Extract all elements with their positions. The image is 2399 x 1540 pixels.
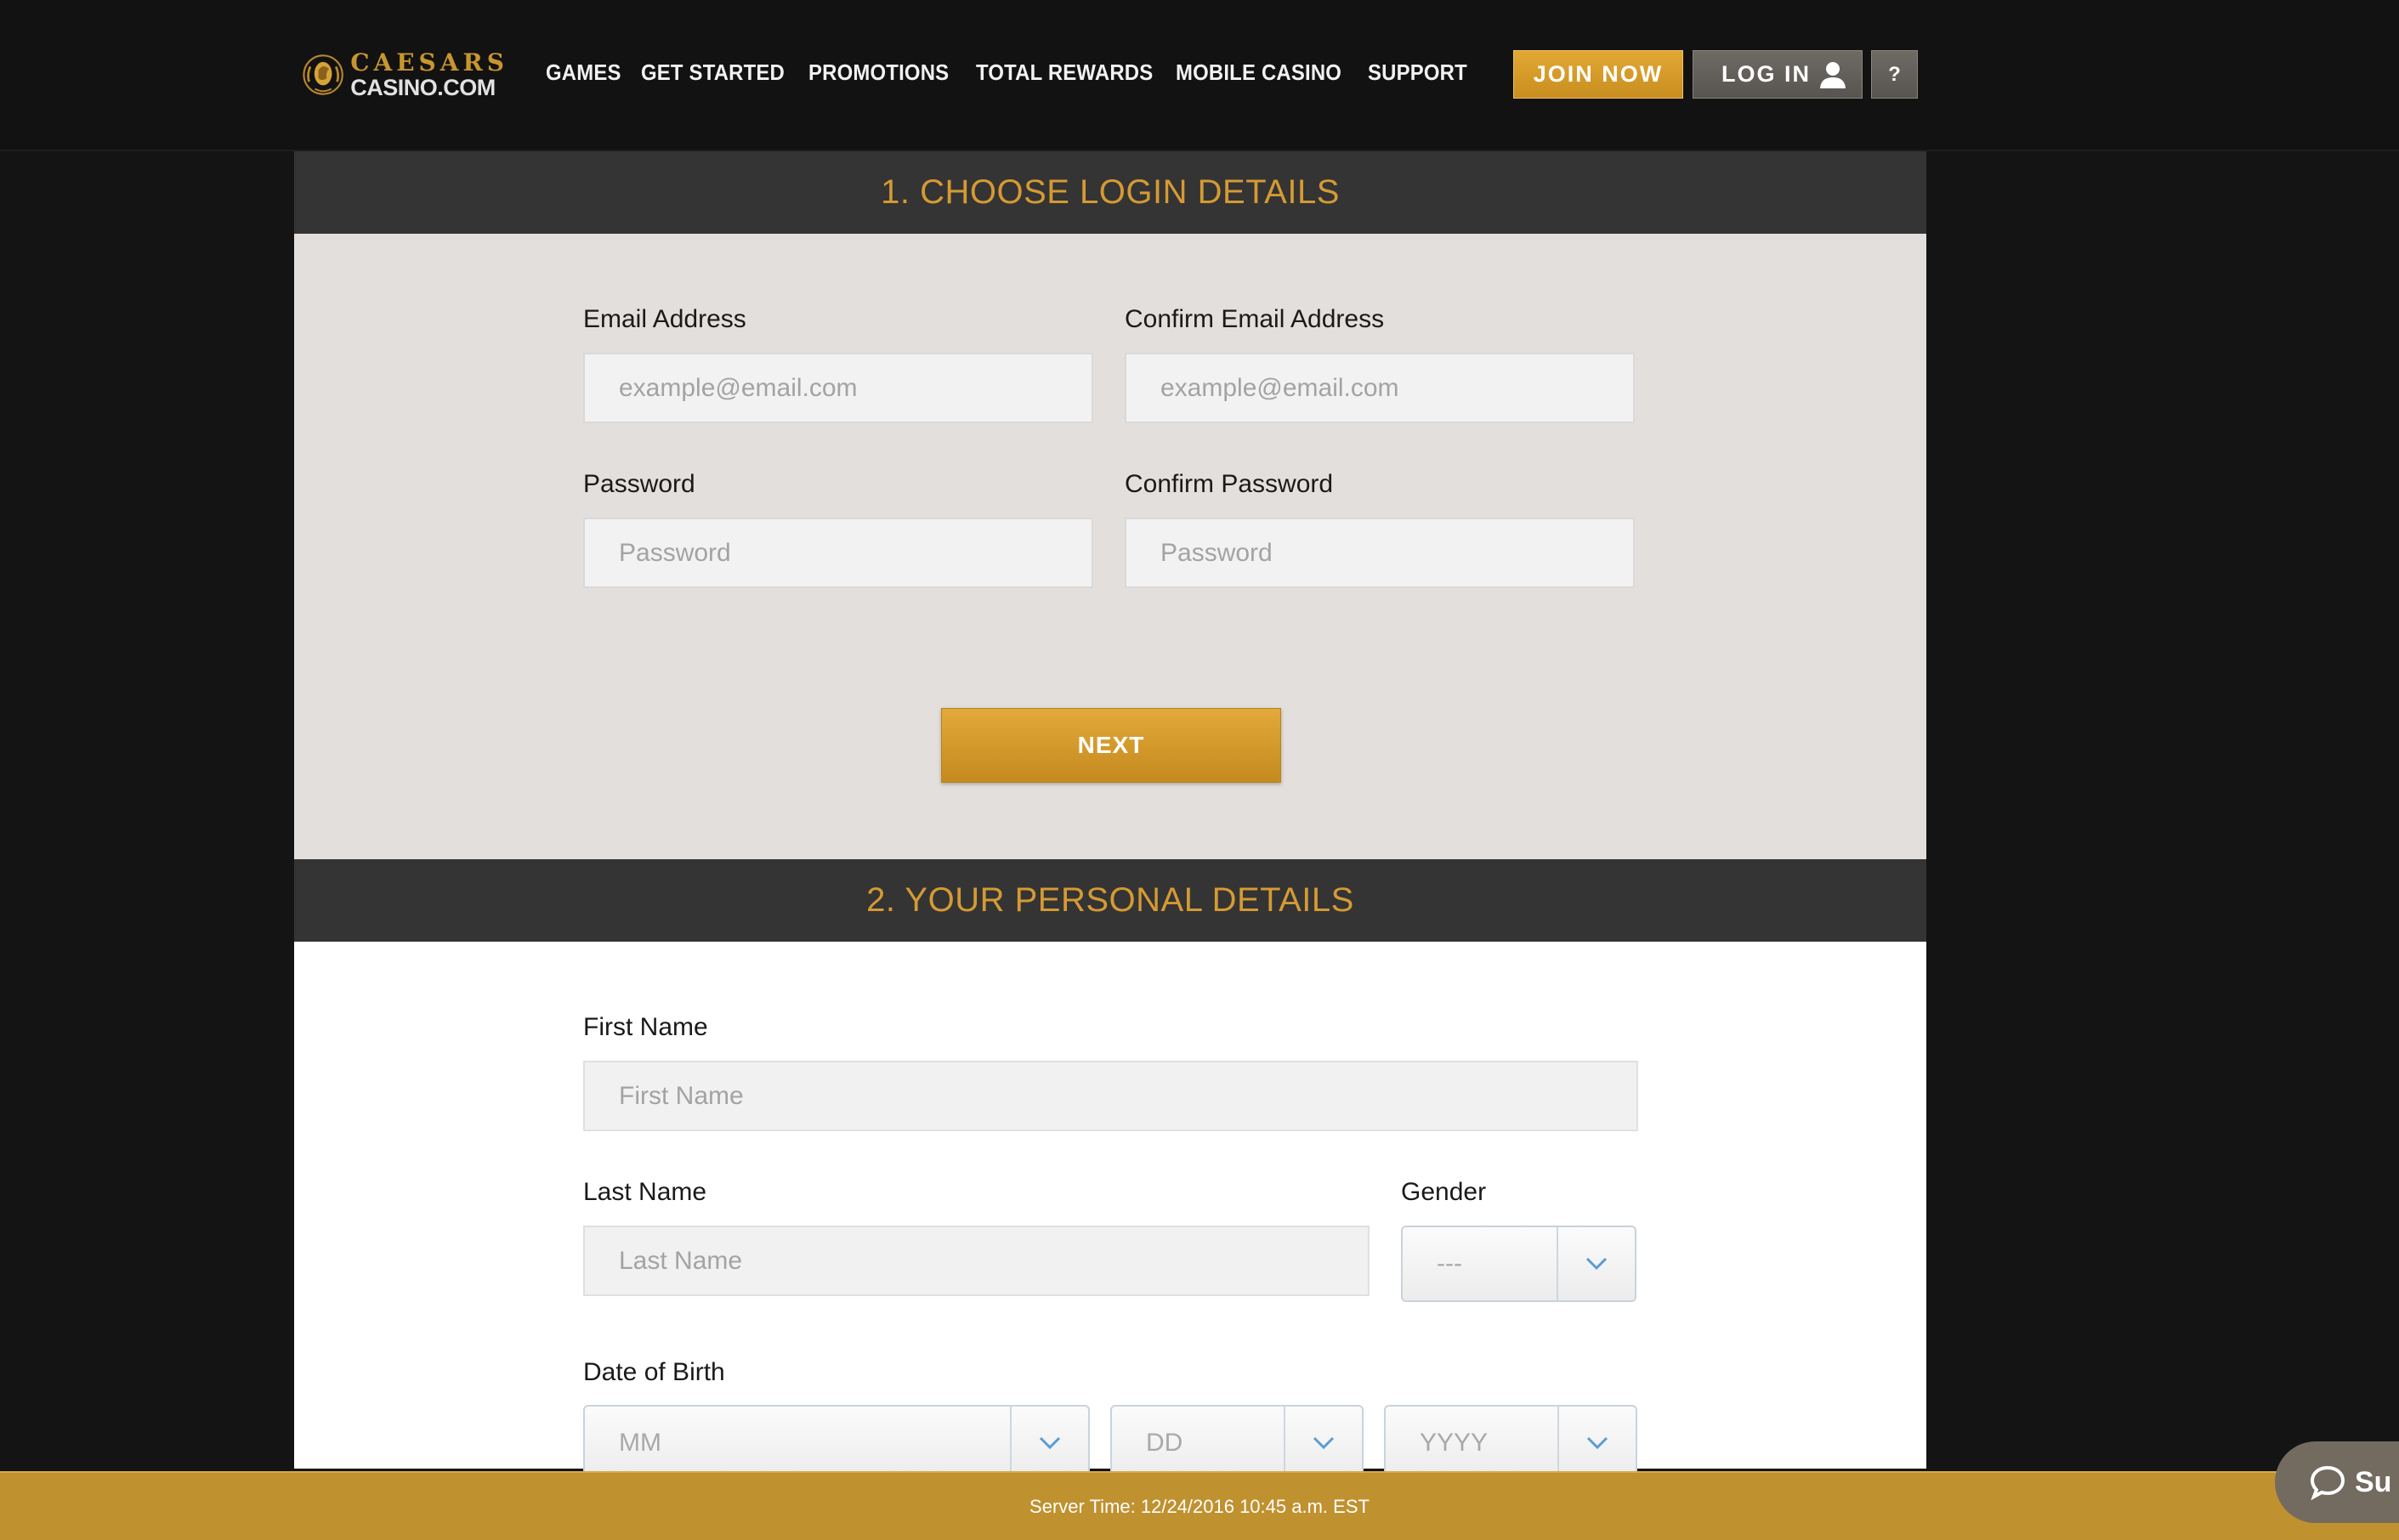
password-field[interactable]: Password [583, 518, 1093, 588]
section-header-login-details: 1. CHOOSE LOGIN DETAILS [294, 151, 1926, 234]
last-name-field[interactable]: Last Name [583, 1226, 1370, 1296]
email-placeholder: example@email.com [619, 373, 858, 402]
section-title: 2. YOUR PERSONAL DETAILS [866, 881, 1354, 919]
dob-day-value: DD [1146, 1429, 1183, 1457]
support-chat-label: Su [2355, 1465, 2392, 1498]
logo-text-casino-com: CASINO.COM [350, 74, 496, 100]
first-name-placeholder: First Name [619, 1081, 744, 1110]
confirm-email-field[interactable]: example@email.com [1125, 353, 1635, 423]
chevron-down-icon [1557, 1227, 1635, 1300]
nav-promotions[interactable]: PROMOTIONS [808, 59, 962, 86]
logo-text-caesars: CAESARS [350, 48, 508, 76]
nav-get-started[interactable]: GET STARTED [641, 59, 795, 86]
gender-label: Gender [1401, 1178, 1487, 1206]
confirm-email-label: Confirm Email Address [1125, 305, 1385, 333]
email-field[interactable]: example@email.com [583, 353, 1093, 423]
server-time-bar: Server Time: 12/24/2016 10:45 a.m. EST [0, 1471, 2399, 1540]
first-name-field[interactable]: First Name [583, 1061, 1638, 1131]
dob-month-select[interactable]: MM [583, 1405, 1090, 1481]
caesars-casino-logo[interactable]: CAESARS CASINO.COM [301, 42, 508, 107]
nav-games[interactable]: GAMES [546, 59, 639, 86]
chevron-down-icon [1284, 1407, 1362, 1480]
nav-mobile-casino[interactable]: MOBILE CASINO [1176, 59, 1353, 86]
chevron-down-icon [1010, 1407, 1088, 1480]
first-name-label: First Name [583, 1013, 708, 1041]
confirm-password-field[interactable]: Password [1125, 518, 1635, 588]
password-placeholder: Password [619, 538, 731, 567]
main-nav: GAMES GET STARTED PROMOTIONS TOTAL REWAR… [546, 59, 1478, 86]
chat-bubble-icon [2310, 1465, 2345, 1501]
chevron-down-icon [1557, 1407, 1636, 1480]
dob-year-select[interactable]: YYYY [1384, 1405, 1637, 1481]
dob-day-select[interactable]: DD [1110, 1405, 1364, 1481]
section-header-personal-details: 2. YOUR PERSONAL DETAILS [294, 859, 1926, 942]
registration-form: 1. CHOOSE LOGIN DETAILS Email Address ex… [294, 151, 1926, 1481]
next-button[interactable]: NEXT [941, 708, 1281, 783]
server-time-text: Server Time: 12/24/2016 10:45 a.m. EST [1029, 1495, 1370, 1517]
dob-label: Date of Birth [583, 1358, 725, 1386]
dob-year-value: YYYY [1420, 1429, 1489, 1457]
user-icon [1820, 62, 1846, 88]
last-name-placeholder: Last Name [619, 1246, 743, 1275]
password-label: Password [583, 470, 695, 498]
confirm-password-placeholder: Password [1160, 538, 1273, 567]
personal-details-panel: First Name First Name Last Name Last Nam… [294, 942, 1926, 1481]
gender-value: --- [1437, 1249, 1462, 1277]
dob-month-value: MM [619, 1429, 661, 1457]
top-navigation-bar: CAESARS CASINO.COM GAMES GET STARTED PRO… [0, 0, 2399, 151]
log-in-button[interactable]: LOG IN [1693, 50, 1863, 99]
join-now-button[interactable]: JOIN NOW [1513, 50, 1683, 99]
login-details-panel: Email Address example@email.com Confirm … [294, 234, 1926, 859]
email-label: Email Address [583, 305, 746, 333]
confirm-email-placeholder: example@email.com [1160, 373, 1399, 402]
nav-total-rewards[interactable]: TOTAL REWARDS [976, 59, 1160, 86]
gender-select[interactable]: --- [1401, 1226, 1636, 1302]
support-chat-button[interactable]: Su [2275, 1441, 2399, 1523]
last-name-label: Last Name [583, 1178, 707, 1206]
help-button[interactable]: ? [1871, 50, 1918, 99]
confirm-password-label: Confirm Password [1125, 470, 1334, 498]
nav-support[interactable]: SUPPORT [1368, 59, 1470, 86]
caesar-laurel-icon [303, 54, 343, 95]
section-title: 1. CHOOSE LOGIN DETAILS [881, 173, 1340, 211]
log-in-label: LOG IN [1721, 61, 1811, 87]
